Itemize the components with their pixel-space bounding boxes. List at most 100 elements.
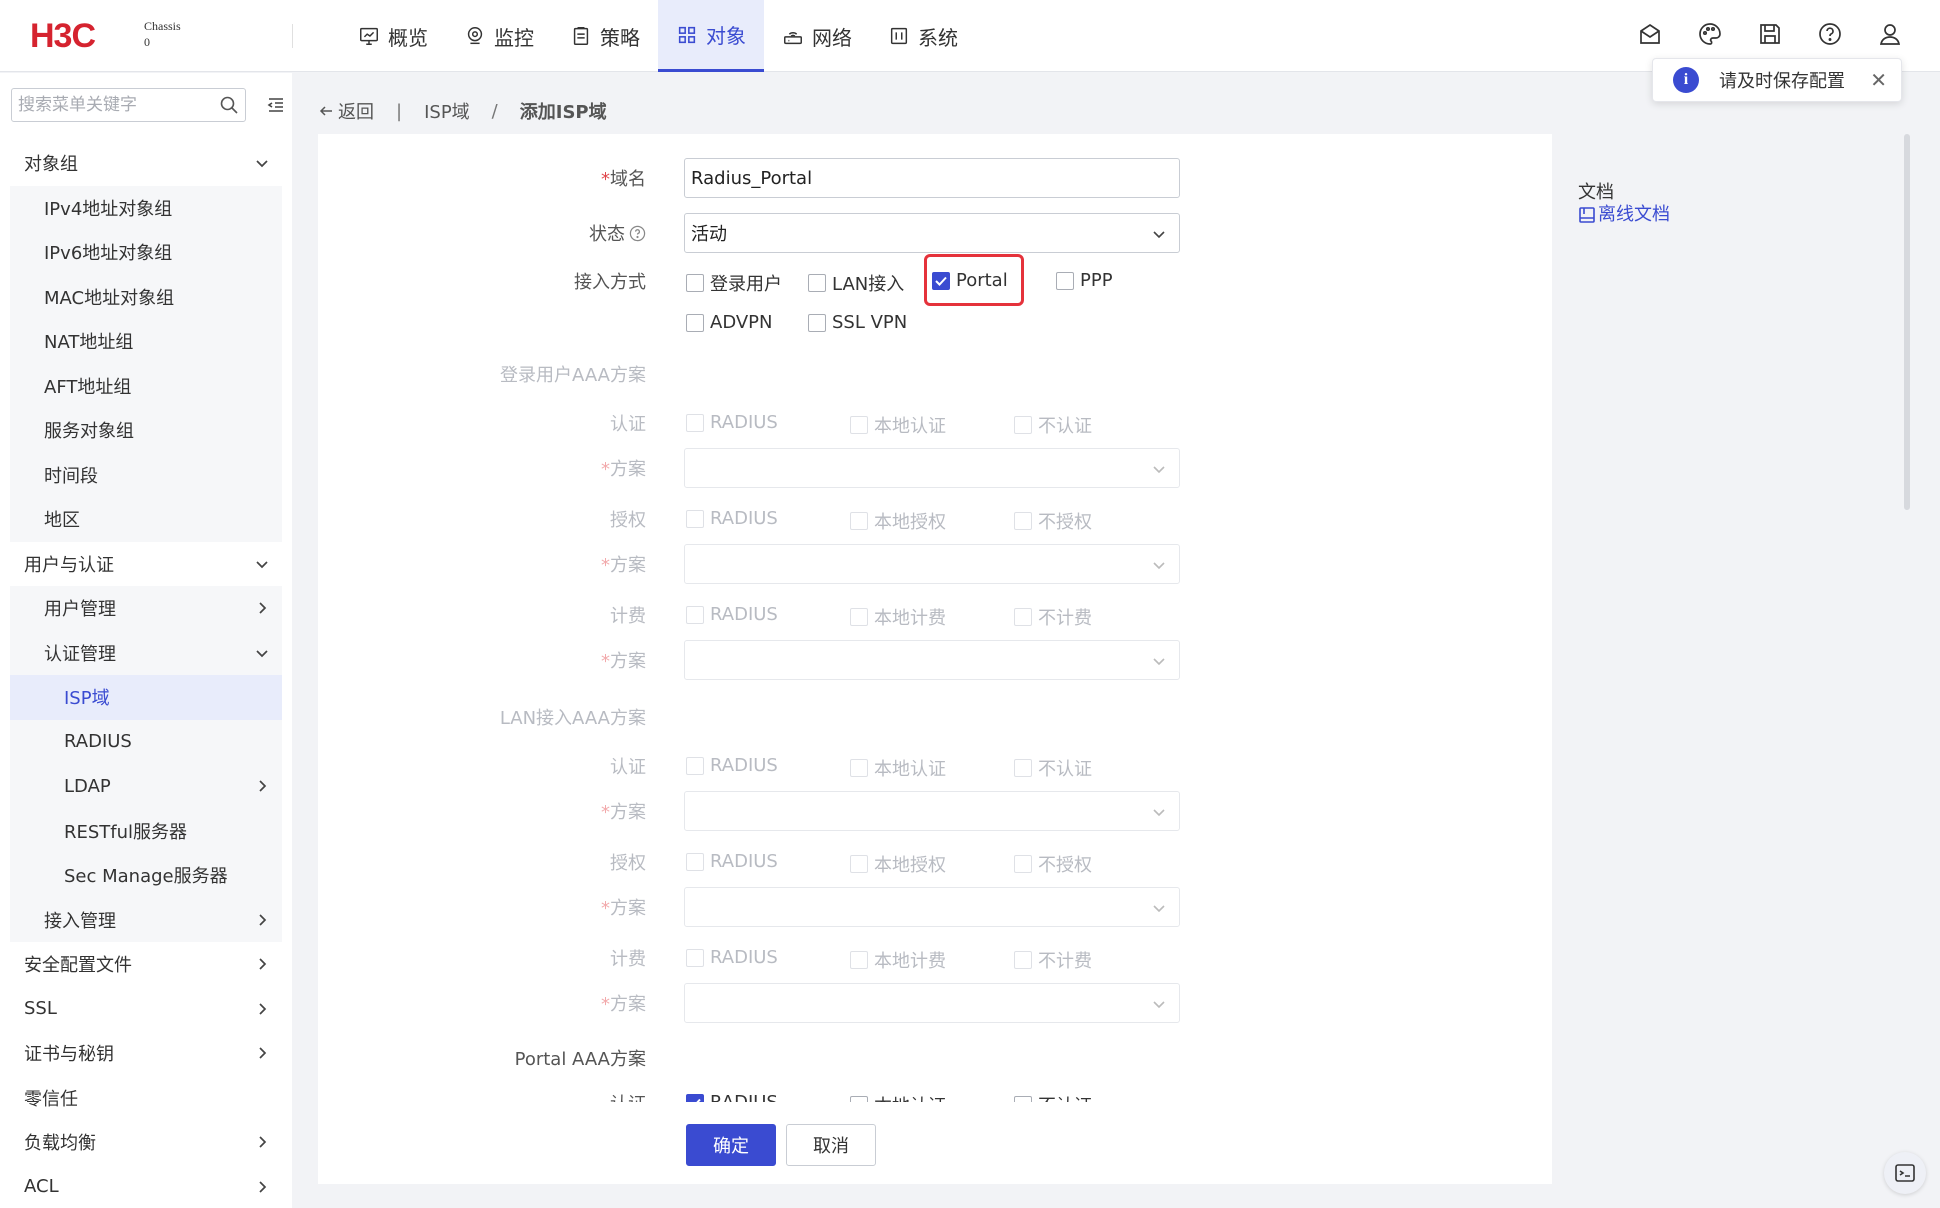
access-advpn-checkbox[interactable]: ADVPN — [686, 312, 773, 333]
cancel-button[interactable]: 取消 — [786, 1124, 876, 1166]
sidebar-item[interactable]: 服务对象组 — [10, 408, 282, 453]
scheme-select[interactable] — [684, 640, 1180, 680]
scheme-label: *方案 — [601, 994, 646, 1015]
portal-aaa-title-row: Portal AAA方案 — [318, 1043, 1552, 1073]
sidebar-item[interactable]: MAC地址对象组 — [10, 274, 282, 319]
sidebar-item[interactable]: 证书与秘钥 — [0, 1031, 292, 1076]
save-icon[interactable] — [1756, 20, 1784, 48]
chevron-down-icon — [1153, 1001, 1165, 1009]
authz-local-checkbox[interactable]: 本地授权 — [850, 508, 946, 534]
sidebar-item[interactable]: 安全配置文件 — [0, 942, 292, 987]
scheme-select[interactable] — [684, 887, 1180, 927]
scheme-label: *方案 — [601, 802, 646, 823]
auth-none-checkbox[interactable]: 不认证 — [1014, 412, 1092, 438]
auth-none-checkbox[interactable]: 不认证 — [1014, 755, 1092, 781]
nav-monitor[interactable]: 监控 — [446, 0, 552, 72]
domain-field[interactable] — [684, 158, 1180, 198]
sidebar-item[interactable]: Sec Manage服务器 — [10, 853, 282, 898]
acct-radius-checkbox[interactable]: RADIUS — [686, 604, 778, 625]
portal-auth-none-checkbox[interactable]: 不认证 — [1014, 1092, 1092, 1102]
auth-local-checkbox[interactable]: 本地认证 — [850, 755, 946, 781]
auth-radius-checkbox[interactable]: RADIUS — [686, 412, 778, 433]
close-icon[interactable]: ✕ — [1870, 68, 1887, 92]
acct-none-checkbox[interactable]: 不计费 — [1014, 604, 1092, 630]
scrollbar[interactable] — [1904, 134, 1910, 510]
sidebar-item-label: 时间段 — [44, 465, 98, 487]
scheme-select[interactable] — [684, 448, 1180, 488]
sidebar-item[interactable]: 用户与认证 — [0, 542, 292, 587]
authz-local-checkbox[interactable]: 本地授权 — [850, 851, 946, 877]
acct-local-checkbox[interactable]: 本地计费 — [850, 604, 946, 630]
access-lan-checkbox[interactable]: LAN接入 — [808, 270, 904, 296]
nav-network[interactable]: 网络 — [764, 0, 870, 72]
authz-none-checkbox[interactable]: 不授权 — [1014, 851, 1092, 877]
nav-system[interactable]: 系统 — [870, 0, 976, 72]
sidebar-item-label: 用户与认证 — [24, 554, 114, 576]
ok-button[interactable]: 确定 — [686, 1124, 776, 1166]
chevron-down-icon — [1153, 562, 1165, 570]
sidebar-item[interactable]: 时间段 — [10, 452, 282, 497]
save-reminder-toast: i 请及时保存配置 ✕ — [1652, 58, 1902, 102]
console-button[interactable] — [1884, 1152, 1926, 1194]
sidebar-item[interactable]: 接入管理 — [10, 897, 282, 942]
sidebar-item[interactable]: SSL — [0, 987, 292, 1032]
terminal-icon — [1895, 1164, 1915, 1182]
sidebar-item-label: 负载均衡 — [24, 1133, 96, 1155]
sidebar-item[interactable]: 零信任 — [0, 1076, 292, 1121]
acct-radius-checkbox[interactable]: RADIUS — [686, 947, 778, 968]
crumb-parent[interactable]: ISP域 — [424, 98, 470, 124]
help-circle-icon[interactable] — [629, 225, 646, 242]
scheme-select[interactable] — [684, 983, 1180, 1023]
scheme-select[interactable] — [684, 544, 1180, 584]
mail-icon[interactable] — [1636, 20, 1664, 48]
user-icon[interactable] — [1876, 20, 1904, 48]
sidebar-item[interactable]: 认证管理 — [10, 630, 282, 675]
sidebar-item-label: SSL — [24, 998, 57, 1020]
authz-radius-checkbox[interactable]: RADIUS — [686, 508, 778, 529]
domain-input[interactable] — [691, 167, 1173, 189]
palette-icon[interactable] — [1696, 20, 1724, 48]
back-link[interactable]: 返回 — [318, 98, 374, 124]
sidebar-item[interactable]: 负载均衡 — [0, 1120, 292, 1165]
acct-local-checkbox[interactable]: 本地计费 — [850, 947, 946, 973]
nav-policy[interactable]: 策略 — [552, 0, 658, 72]
sidebar-item[interactable]: LDAP — [10, 764, 282, 809]
portal-auth-local-checkbox[interactable]: 本地认证 — [850, 1092, 946, 1102]
auth-local-checkbox[interactable]: 本地认证 — [850, 412, 946, 438]
access-login-user-checkbox[interactable]: 登录用户 — [686, 270, 782, 296]
access-ppp-checkbox[interactable]: PPP — [1056, 270, 1113, 291]
chevron-down-icon — [256, 561, 268, 568]
authz-radius-checkbox[interactable]: RADIUS — [686, 851, 778, 872]
access-sslvpn-checkbox[interactable]: SSL VPN — [808, 312, 907, 333]
scheme-select[interactable] — [684, 791, 1180, 831]
toast-message: 请及时保存配置 — [1719, 71, 1845, 92]
sidebar-item[interactable]: 地区 — [10, 497, 282, 542]
authz-none-checkbox[interactable]: 不授权 — [1014, 508, 1092, 534]
sidebar-item[interactable]: RESTful服务器 — [10, 808, 282, 853]
sidebar-item[interactable]: NAT地址组 — [10, 319, 282, 364]
search-input[interactable] — [18, 95, 219, 115]
router-icon — [784, 32, 802, 45]
sidebar-item[interactable]: 用户管理 — [10, 586, 282, 631]
acct-none-checkbox[interactable]: 不计费 — [1014, 947, 1092, 973]
status-select[interactable]: 活动 — [684, 213, 1180, 253]
top-icons — [1636, 20, 1904, 48]
access-portal-checkbox[interactable]: Portal — [932, 270, 1008, 291]
sidebar-item[interactable]: IPv4地址对象组 — [10, 185, 282, 230]
sidebar-item[interactable]: AFT地址组 — [10, 363, 282, 408]
nav-object[interactable]: 对象 — [658, 0, 764, 72]
sidebar-item[interactable]: 对象组 — [0, 141, 292, 186]
scheme-label: *方案 — [601, 459, 646, 480]
offline-docs-link[interactable]: 离线文档 — [1578, 204, 1670, 226]
crumb-current: 添加ISP域 — [519, 102, 607, 123]
sidebar-item[interactable]: IPv6地址对象组 — [10, 230, 282, 275]
nav-overview[interactable]: 概览 — [340, 0, 446, 72]
help-icon[interactable] — [1816, 20, 1844, 48]
sidebar-item[interactable]: ISP域 — [10, 675, 282, 720]
portal-auth-radius-checkbox[interactable]: RADIUS — [686, 1092, 778, 1102]
sidebar-item[interactable]: ACL — [0, 1165, 292, 1208]
auth-radius-checkbox[interactable]: RADIUS — [686, 755, 778, 776]
collapse-menu-icon[interactable] — [266, 95, 286, 115]
search-icon[interactable] — [219, 95, 239, 115]
sidebar-item[interactable]: RADIUS — [10, 719, 282, 764]
